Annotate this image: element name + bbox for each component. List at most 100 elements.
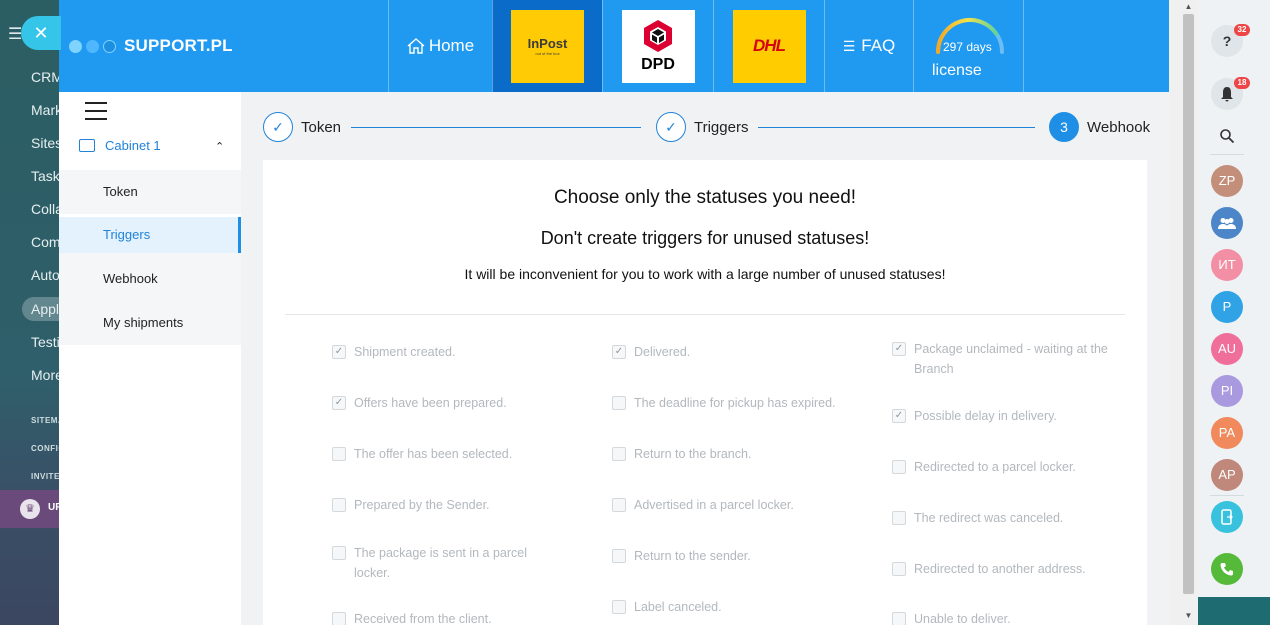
nav-item-label: My shipments xyxy=(103,315,184,330)
status-label: Prepared by the Sender. xyxy=(354,498,490,512)
cabinet-selector[interactable]: Cabinet 1 xyxy=(79,138,161,153)
status-checkbox[interactable]: The deadline for pickup has expired. xyxy=(612,393,852,413)
page-scrollbar[interactable]: ▲ ▼ xyxy=(1169,0,1198,625)
status-label: Possible delay in delivery. xyxy=(914,409,1057,423)
nav-item-token[interactable]: Token xyxy=(59,170,241,206)
status-checkbox[interactable]: Advertised in a parcel locker. xyxy=(612,495,852,515)
step-label: Webhook xyxy=(1087,118,1151,136)
checkbox-icon xyxy=(892,511,906,525)
step-label: Token xyxy=(301,118,342,136)
avatar[interactable]: ZP xyxy=(1211,165,1243,197)
status-checkbox[interactable]: Return to the branch. xyxy=(612,444,852,464)
status-label: The deadline for pickup has expired. xyxy=(634,396,836,410)
step-label: Triggers xyxy=(694,118,749,136)
group-chat-icon[interactable] xyxy=(1211,207,1243,239)
status-checkbox[interactable]: The package is sent in a parcel locker. xyxy=(332,543,542,583)
status-checkbox[interactable]: Unable to deliver. xyxy=(892,609,1122,625)
close-slider-button[interactable]: ✕ xyxy=(21,16,61,50)
bg-small-item[interactable]: INVITE xyxy=(31,472,60,481)
dhl-name: DHL xyxy=(753,36,786,55)
check-icon: ✓ xyxy=(263,112,293,142)
status-checkbox[interactable]: ✓ Delivered. xyxy=(612,342,852,362)
status-label: Return to the sender. xyxy=(634,549,751,563)
avatar[interactable]: ИТ xyxy=(1211,249,1243,281)
avatar[interactable]: PI xyxy=(1211,375,1243,407)
avatar[interactable]: AP xyxy=(1211,459,1243,491)
close-icon: ✕ xyxy=(33,23,49,43)
app-frame: SUPPORT.PL Home InPost out of the box DP… xyxy=(59,0,1169,625)
faq-label: FAQ xyxy=(861,36,896,55)
nav-item-webhook[interactable]: Webhook xyxy=(59,253,241,297)
phone-icon[interactable] xyxy=(1211,553,1243,585)
status-label: Label canceled. xyxy=(634,600,722,614)
brand-logo[interactable]: SUPPORT.PL xyxy=(69,36,233,56)
checkbox-icon xyxy=(612,600,626,614)
status-checkbox[interactable]: Redirected to another address. xyxy=(892,559,1122,579)
status-label: The package is sent in a parcel locker. xyxy=(354,546,528,580)
checkbox-icon xyxy=(612,498,626,512)
home-nav-button[interactable]: Home xyxy=(388,0,492,92)
status-checkbox[interactable]: ✓ Package unclaimed - waiting at the Bran… xyxy=(892,339,1122,379)
checkbox-icon: ✓ xyxy=(892,409,906,423)
status-label: Delivered. xyxy=(634,345,691,359)
status-checkbox[interactable]: Prepared by the Sender. xyxy=(332,495,542,515)
card-heading-2: Don't create triggers for unused statuse… xyxy=(540,228,870,248)
status-checkbox[interactable]: ✓ Possible delay in delivery. xyxy=(892,406,1122,426)
status-checkbox[interactable]: Label canceled. xyxy=(612,597,852,617)
device-icon[interactable] xyxy=(1211,501,1243,533)
dpd-name: DPD xyxy=(641,56,675,73)
inpost-sub: out of the box xyxy=(535,51,560,56)
step-webhook[interactable]: 3 Webhook xyxy=(1049,112,1150,142)
bg-nav-item[interactable]: Sites xyxy=(31,135,62,151)
status-label: Shipment created. xyxy=(354,345,456,359)
status-checkbox[interactable]: Redirected to a parcel locker. xyxy=(892,457,1122,477)
inpost-name: InPost xyxy=(527,36,568,51)
brand-name: SUPPORT.PL xyxy=(124,36,233,55)
chevron-up-icon[interactable]: ⌃ xyxy=(215,140,224,153)
status-checkbox[interactable]: The redirect was canceled. xyxy=(892,508,1122,528)
status-checkbox[interactable]: The offer has been selected. xyxy=(332,444,542,464)
app-header: SUPPORT.PL Home InPost out of the box DP… xyxy=(59,0,1169,92)
carrier-tab-dhl[interactable]: DHL xyxy=(713,0,824,92)
carrier-tab-inpost[interactable]: InPost out of the box xyxy=(492,0,602,92)
nav-item-label: Triggers xyxy=(103,227,151,242)
status-label: Package unclaimed - waiting at the Branc… xyxy=(914,342,1108,376)
checkbox-icon: ✓ xyxy=(892,342,906,356)
scrollbar-thumb[interactable] xyxy=(1183,14,1194,594)
scroll-down-icon[interactable]: ▼ xyxy=(1183,611,1194,620)
checkbox-icon xyxy=(332,546,346,560)
scroll-up-icon[interactable]: ▲ xyxy=(1183,2,1194,11)
home-label: Home xyxy=(428,36,475,55)
search-icon[interactable] xyxy=(1211,120,1243,152)
nav-item-my-shipments[interactable]: My shipments xyxy=(59,297,241,345)
inpost-logo: InPost out of the box xyxy=(511,9,584,83)
step-triggers[interactable]: ✓ Triggers xyxy=(656,112,748,142)
hamburger-icon[interactable] xyxy=(85,102,107,126)
home-icon xyxy=(407,38,425,54)
status-checkbox[interactable]: ✓ Offers have been prepared. xyxy=(332,393,542,413)
dhl-logo: DHL xyxy=(732,9,806,83)
checkbox-icon xyxy=(892,460,906,474)
avatar[interactable]: P xyxy=(1211,291,1243,323)
avatar[interactable]: PA xyxy=(1211,417,1243,449)
crown-icon: ♛ xyxy=(20,499,40,519)
rail-divider xyxy=(1210,495,1244,496)
status-label: Redirected to a parcel locker. xyxy=(914,460,1076,474)
side-nav: Cabinet 1 ⌃ Token Triggers Webhook My sh… xyxy=(59,92,241,625)
main-content: ✓ Token ✓ Triggers 3 Webhook Choose only… xyxy=(241,92,1169,625)
logo-dot xyxy=(69,39,82,53)
status-checkbox[interactable]: Return to the sender. xyxy=(612,546,852,566)
checkbox-icon: ✓ xyxy=(612,345,626,359)
step-connector xyxy=(758,127,1035,128)
avatar[interactable]: AU xyxy=(1211,333,1243,365)
carrier-tab-dpd[interactable]: DPD xyxy=(602,0,713,92)
step-token[interactable]: ✓ Token xyxy=(263,112,341,142)
faq-nav-button[interactable]: ☰ FAQ xyxy=(824,0,913,92)
nav-item-triggers[interactable]: Triggers xyxy=(59,217,241,253)
step-connector xyxy=(351,127,641,128)
status-label: The redirect was canceled. xyxy=(914,511,1064,525)
status-checkbox[interactable]: ✓ Shipment created. xyxy=(332,342,542,362)
logo-dot xyxy=(103,39,116,53)
dpd-logo: DPD xyxy=(621,9,695,83)
status-checkbox[interactable]: Received from the client. xyxy=(332,609,542,625)
